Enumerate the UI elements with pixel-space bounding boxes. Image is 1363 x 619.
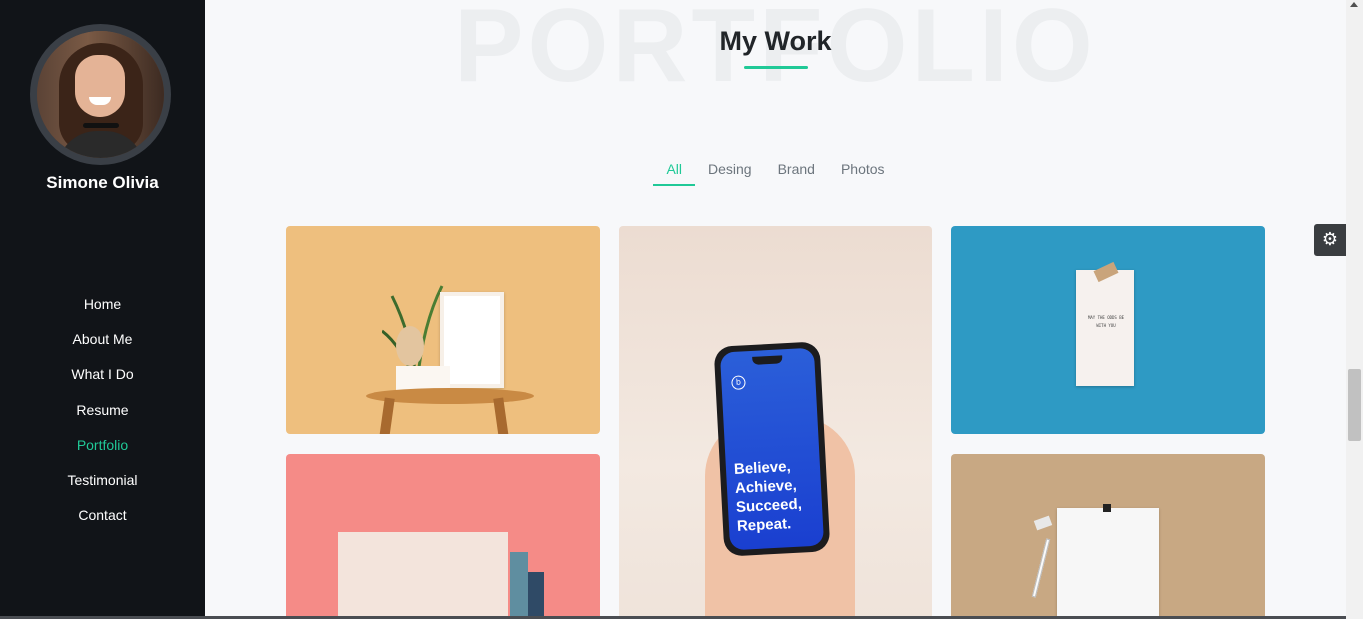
nav-item-contact[interactable]: Contact	[0, 505, 205, 540]
filter-desing[interactable]: Desing	[695, 161, 765, 184]
nav-item-what-i-do[interactable]: What I Do	[0, 364, 205, 399]
profile-photo	[37, 31, 164, 158]
nav-item-portfolio[interactable]: Portfolio	[0, 435, 205, 470]
nav-item-home[interactable]: Home	[0, 294, 205, 329]
note-text: MAY THE ODDS BE WITH YOU	[1087, 315, 1125, 328]
filter-brand[interactable]: Brand	[765, 161, 828, 184]
section-title: My Work	[719, 26, 832, 56]
scrollbar[interactable]	[1346, 0, 1363, 619]
portfolio-item-paper-mockup[interactable]	[951, 454, 1265, 619]
profile-name: Simone Olivia	[46, 173, 159, 192]
portfolio-filters: All Desing Brand Photos	[205, 161, 1346, 186]
filter-photos[interactable]: Photos	[828, 161, 898, 184]
portfolio-item-pink-mockup[interactable]	[286, 454, 600, 619]
sidebar: Simone Olivia Home About Me What I Do Re…	[0, 0, 205, 619]
brand-logo-icon: b	[731, 375, 746, 391]
sidebar-nav: Home About Me What I Do Resume Portfolio…	[0, 294, 205, 540]
phone-mockup: b Believe, Achieve, Succeed, Repeat.	[713, 341, 831, 557]
title-underline	[744, 66, 808, 69]
avatar	[30, 24, 171, 165]
scrollbar-thumb[interactable]	[1348, 369, 1361, 441]
portfolio-item-note[interactable]: MAY THE ODDS BE WITH YOU	[951, 226, 1265, 434]
scroll-up-arrow-icon[interactable]	[1350, 2, 1358, 7]
phone-screen-text: Believe, Achieve, Succeed, Repeat.	[733, 458, 803, 535]
nav-item-testimonial[interactable]: Testimonial	[0, 470, 205, 505]
eraser	[1033, 515, 1053, 531]
portfolio-item-frame-on-stool[interactable]	[286, 226, 600, 434]
portfolio-section: PORTFOLIO My Work All Desing Brand Photo…	[205, 0, 1346, 619]
paper-sheet	[338, 532, 508, 619]
gear-icon: ⚙	[1321, 229, 1339, 250]
binder-clip	[1103, 504, 1111, 512]
nav-item-resume[interactable]: Resume	[0, 400, 205, 435]
portfolio-item-phone[interactable]: b Believe, Achieve, Succeed, Repeat.	[619, 226, 932, 619]
paper-sheet	[1057, 508, 1159, 619]
settings-toggle-button[interactable]: ⚙	[1314, 224, 1346, 256]
book	[510, 552, 528, 619]
nav-item-about-me[interactable]: About Me	[0, 329, 205, 364]
filter-all[interactable]: All	[653, 161, 695, 186]
book	[528, 572, 544, 619]
pen	[1031, 538, 1051, 598]
